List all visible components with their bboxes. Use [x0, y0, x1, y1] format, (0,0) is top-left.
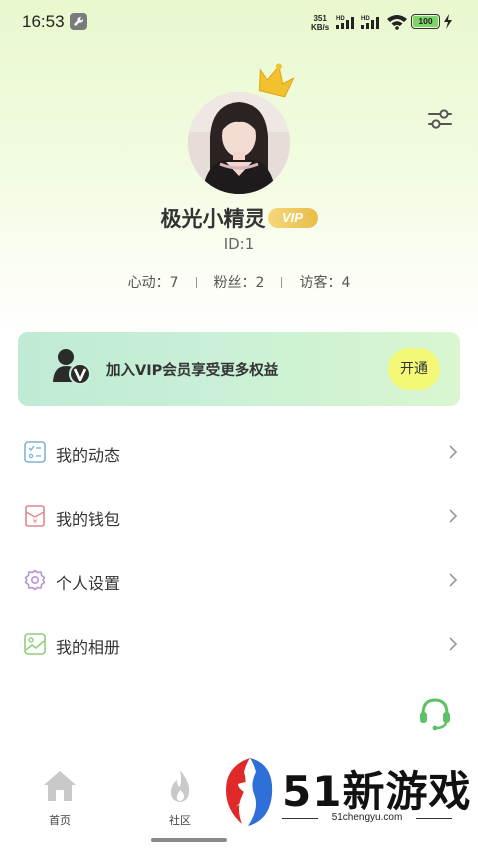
home-icon: [44, 771, 76, 801]
battery-level: 100: [413, 16, 438, 27]
menu-list: 我的动态 ¥ 我的钱包 个人设置 我的相册: [0, 420, 478, 676]
customer-service-icon[interactable]: [416, 694, 454, 732]
signal-hd-label: HD: [336, 16, 345, 22]
chevron-right-icon: [449, 573, 458, 587]
filter-settings-icon[interactable]: [426, 106, 454, 132]
chevron-right-icon: [449, 445, 458, 459]
wrench-icon: [70, 13, 87, 30]
menu-item-album[interactable]: 我的相册: [0, 612, 478, 676]
watermark-divider: [416, 818, 452, 819]
wifi-icon: [387, 15, 407, 30]
menu-item-label: 我的钱包: [56, 510, 121, 529]
vip-open-button[interactable]: 开通: [388, 348, 440, 390]
vip-promo-text: 加入VIP会员享受更多权益: [106, 363, 279, 379]
tab-community[interactable]: 社区: [150, 768, 210, 828]
fire-icon: [170, 770, 190, 802]
status-time: 16:53: [22, 12, 65, 31]
menu-item-label: 个人设置: [56, 574, 121, 593]
vip-user-icon: [53, 349, 91, 385]
avatar[interactable]: [188, 92, 290, 194]
nickname: 极光小精灵: [160, 207, 266, 231]
menu-item-wallet[interactable]: ¥ 我的钱包: [0, 484, 478, 548]
network-speed-unit: KB/s: [311, 23, 330, 32]
stat-divider: [195, 276, 197, 288]
signal-hd-label: HD: [361, 16, 370, 22]
home-indicator[interactable]: [151, 838, 227, 842]
tab-home[interactable]: 首页: [30, 768, 90, 828]
stat-fans[interactable]: 粉丝：2: [214, 272, 265, 292]
status-bar: 16:53 351 KB/s HD HD 100: [0, 0, 478, 44]
wallet-icon: ¥: [25, 505, 45, 527]
album-icon: [24, 633, 46, 655]
network-speed: 351 KB/s: [311, 14, 329, 32]
profile-stats: 心动：7 粉丝：2 访客：4: [0, 272, 478, 292]
user-id: ID:1: [223, 235, 255, 253]
watermark-logo: [226, 758, 273, 826]
settings-icon: [24, 569, 46, 591]
chevron-right-icon: [449, 509, 458, 523]
vip-badge: VIP: [267, 208, 318, 228]
battery-icon: 100: [411, 14, 440, 29]
chevron-right-icon: [449, 637, 458, 651]
menu-item-moments[interactable]: 我的动态: [0, 420, 478, 484]
watermark-brand: 51新游戏: [282, 767, 472, 816]
stat-divider: [281, 276, 283, 288]
crown-icon: [258, 63, 295, 98]
avatar-photo: [188, 92, 290, 194]
signal-icon: HD: [361, 16, 379, 29]
signal-icon: HD: [336, 16, 354, 29]
tab-label: 首页: [49, 814, 71, 827]
moments-icon: [24, 441, 46, 463]
menu-item-label: 我的动态: [56, 446, 121, 465]
nickname-row: 极光小精灵 VIP: [0, 203, 478, 233]
stat-likes[interactable]: 心动：7: [128, 272, 179, 292]
charging-icon: [444, 14, 452, 29]
vip-promo-card[interactable]: 加入VIP会员享受更多权益 开通: [18, 332, 460, 406]
network-speed-value: 351: [313, 14, 327, 23]
menu-item-label: 我的相册: [56, 638, 121, 657]
watermark: 51新游戏 51chengyu.com: [220, 754, 478, 832]
tab-label: 社区: [169, 814, 191, 827]
stat-visitors[interactable]: 访客：4: [299, 272, 350, 292]
svg-text:¥: ¥: [33, 518, 38, 526]
menu-item-settings[interactable]: 个人设置: [0, 548, 478, 612]
